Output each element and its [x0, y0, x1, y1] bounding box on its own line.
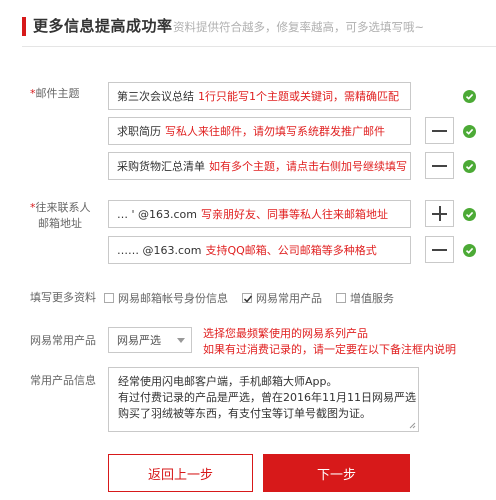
contact-hint-1: 写亲朋好友、同事等私人往来邮箱地址 [201, 208, 389, 221]
minus-icon [432, 164, 447, 167]
subject-input-2[interactable]: 求职简历 写私人来往邮件，请勿填写系统群发推广邮件 [108, 117, 411, 145]
next-button[interactable]: 下一步 [263, 454, 410, 492]
product-note-2: 如果有过消费记录的，请一定要在以下备注框内说明 [203, 343, 456, 356]
remove-subject-button[interactable] [425, 152, 454, 179]
subject-hint-3: 如有多个主题，请点击右侧加号继续填写 [209, 160, 407, 173]
contact-label-line2: 邮箱地址 [38, 217, 82, 230]
more-info-options: 网易邮箱帐号身份信息 网易常用产品 增值服务 [104, 290, 408, 306]
check-icon [463, 208, 476, 221]
subject-value-2: 求职简历 [117, 125, 161, 138]
add-contact-button[interactable] [425, 200, 454, 227]
header-divider [22, 46, 496, 47]
check-mark-icon [243, 295, 253, 303]
checkbox[interactable] [336, 293, 346, 303]
option-account-identity[interactable]: 网易邮箱帐号身份信息 [104, 290, 228, 306]
checkbox-checked[interactable] [242, 293, 253, 303]
contact-hint-2: 支持QQ邮箱、公司邮箱等多种格式 [205, 244, 377, 257]
product-note-1: 选择您最频繁使用的网易系列产品 [203, 327, 368, 340]
subject-value-3: 采购货物汇总清单 [117, 160, 205, 173]
check-icon [463, 244, 476, 257]
section-header: 更多信息提高成功率 资料提供符合越多，修复率越高，可多选填写哦~ [0, 0, 496, 50]
check-icon [463, 125, 476, 138]
product-selected-value: 网易严选 [117, 334, 161, 347]
option-common-products[interactable]: 网易常用产品 [242, 290, 322, 306]
checkbox[interactable] [104, 293, 114, 303]
product-info-label: 常用产品信息 [30, 374, 96, 387]
subject-value-1: 第三次会议总结 [117, 90, 194, 103]
option-value-added[interactable]: 增值服务 [336, 290, 394, 306]
product-info-textarea[interactable]: 经常使用闪电邮客户端，手机邮箱大师App。 有过付费记录的产品是严选，曾在201… [108, 367, 419, 432]
subject-hint-2: 写私人来往邮件，请勿填写系统群发推广邮件 [165, 125, 385, 138]
check-icon [463, 90, 476, 103]
page-subtitle: 资料提供符合越多，修复率越高，可多选填写哦~ [173, 20, 425, 34]
minus-icon [432, 129, 447, 132]
resize-handle-icon[interactable] [408, 421, 416, 429]
option-label: 网易常用产品 [256, 292, 322, 305]
contact-label: *往来联系人 邮箱地址 [30, 200, 91, 232]
product-select[interactable]: 网易严选 [108, 327, 192, 353]
textarea-line-3: 购买了羽绒被等东西，有支付宝等订单号截图为证。 [118, 407, 371, 420]
product-label: 网易常用产品 [30, 334, 96, 347]
subject-input-1[interactable]: 第三次会议总结 1行只能写1个主题或关键词，需精确匹配 [108, 82, 411, 110]
subject-label-text: 邮件主题 [35, 87, 80, 100]
remove-contact-button[interactable] [425, 236, 454, 263]
subject-hint-1: 1行只能写1个主题或关键词，需精确匹配 [198, 90, 399, 103]
contact-value-1: … ' @163.com [117, 207, 198, 221]
remove-subject-button[interactable] [425, 117, 454, 144]
check-icon [463, 160, 476, 173]
contact-input-1[interactable]: … ' @163.com 写亲朋好友、同事等私人往来邮箱地址 [108, 200, 411, 228]
plus-icon [432, 206, 447, 221]
back-button[interactable]: 返回上一步 [108, 454, 253, 492]
subject-label: *邮件主题 [30, 86, 80, 102]
chevron-down-icon [177, 338, 185, 343]
textarea-line-2: 有过付费记录的产品是严选，曾在2016年11月11日网易严选 [118, 391, 416, 404]
textarea-line-1: 经常使用闪电邮客户端，手机邮箱大师App。 [118, 375, 338, 388]
more-info-label: 填写更多资料 [30, 291, 96, 304]
minus-icon [432, 248, 447, 251]
contact-value-2: …… @163.com [117, 243, 202, 257]
option-label: 网易邮箱帐号身份信息 [118, 292, 228, 305]
page-title: 更多信息提高成功率 [33, 17, 173, 35]
option-label: 增值服务 [350, 292, 394, 305]
subject-input-3[interactable]: 采购货物汇总清单 如有多个主题，请点击右侧加号继续填写 [108, 152, 411, 180]
contact-input-2[interactable]: …… @163.com 支持QQ邮箱、公司邮箱等多种格式 [108, 236, 411, 264]
header-accent-bar [22, 17, 26, 36]
contact-label-line1: 往来联系人 [35, 201, 91, 214]
